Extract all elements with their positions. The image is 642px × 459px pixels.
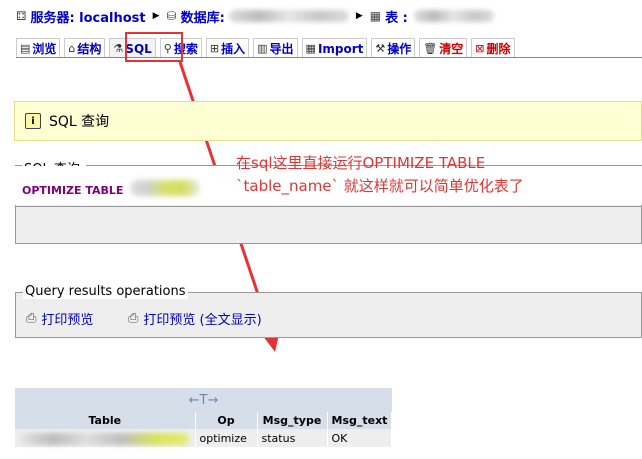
- column-header-msg-text[interactable]: Msg_text: [327, 412, 393, 429]
- cell-op: optimize: [195, 429, 258, 447]
- results-header-row: Table Op Msg_type Msg_text: [15, 412, 393, 429]
- fieldset-divider: [16, 206, 641, 207]
- results-nav-row: ←T→: [15, 388, 392, 412]
- column-header-table[interactable]: Table: [15, 412, 196, 429]
- results-table: ←T→ Table Op Msg_type Msg_text optimize …: [15, 388, 393, 447]
- print-icon: ⎙: [128, 311, 139, 326]
- annotation-line-1: 在sql这里直接运行OPTIMIZE TABLE: [236, 154, 486, 172]
- cell-table: [15, 429, 196, 447]
- notice-text: SQL 查询: [49, 114, 110, 130]
- column-header-op[interactable]: Op: [195, 412, 258, 429]
- cell-msg-type: status: [257, 429, 328, 447]
- query-results-legend: Query results operations: [23, 284, 188, 299]
- annotation-line-2: `table_name` 就这样就可以简单优化表了: [236, 177, 524, 195]
- column-header-msg-type[interactable]: Msg_type: [257, 412, 328, 429]
- table-row: optimize status OK: [15, 429, 393, 447]
- info-icon: i: [25, 113, 41, 129]
- print-view-label: 打印预览: [41, 313, 94, 328]
- sql-query-text: OPTIMIZE TABLE: [22, 184, 124, 197]
- print-view-full-link[interactable]: ⎙ 打印预览 (全文显示): [128, 309, 262, 328]
- print-icon: ⎙: [26, 311, 37, 326]
- redacted-sql-table-name: [130, 180, 200, 196]
- redacted-table-cell: [19, 432, 189, 445]
- results-nav-arrows[interactable]: ←T→: [15, 388, 392, 412]
- print-view-link[interactable]: ⎙ 打印预览: [26, 309, 93, 328]
- cell-msg-text: OK: [327, 429, 393, 447]
- print-view-full-label: 打印预览 (全文显示): [143, 313, 262, 328]
- notice-box: i SQL 查询: [14, 101, 642, 141]
